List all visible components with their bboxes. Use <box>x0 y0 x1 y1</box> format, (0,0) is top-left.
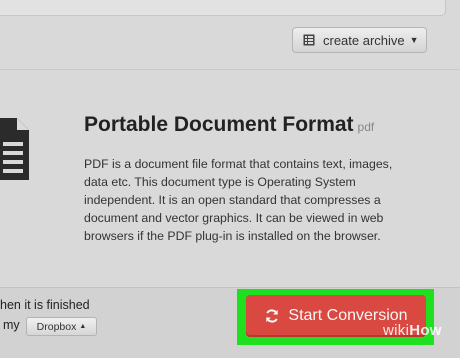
format-title: Portable Document Format pdf <box>84 113 374 137</box>
caret-up-icon: ▲ <box>79 323 87 330</box>
notify-option-label: hen it is finished <box>0 298 90 312</box>
chevron-down-icon: ▼ <box>409 35 419 45</box>
my-label: my <box>3 318 20 332</box>
create-archive-label: create archive <box>323 32 405 48</box>
format-title-text: Portable Document Format <box>84 113 354 136</box>
create-archive-button[interactable]: create archive ▼ <box>292 27 427 53</box>
refresh-icon <box>266 309 279 323</box>
previous-panel <box>0 0 446 16</box>
dropbox-button[interactable]: Dropbox ▲ <box>26 317 97 336</box>
watermark-how: How <box>409 322 442 339</box>
wikihow-watermark: wikiHow <box>383 322 442 339</box>
archive-icon <box>303 34 315 46</box>
watermark-wiki: wiki <box>383 322 410 339</box>
divider <box>0 69 460 70</box>
format-description: PDF is a document file format that conta… <box>84 157 393 243</box>
dropbox-label: Dropbox <box>36 320 77 333</box>
format-extension: pdf <box>357 120 375 134</box>
document-icon <box>0 118 29 180</box>
